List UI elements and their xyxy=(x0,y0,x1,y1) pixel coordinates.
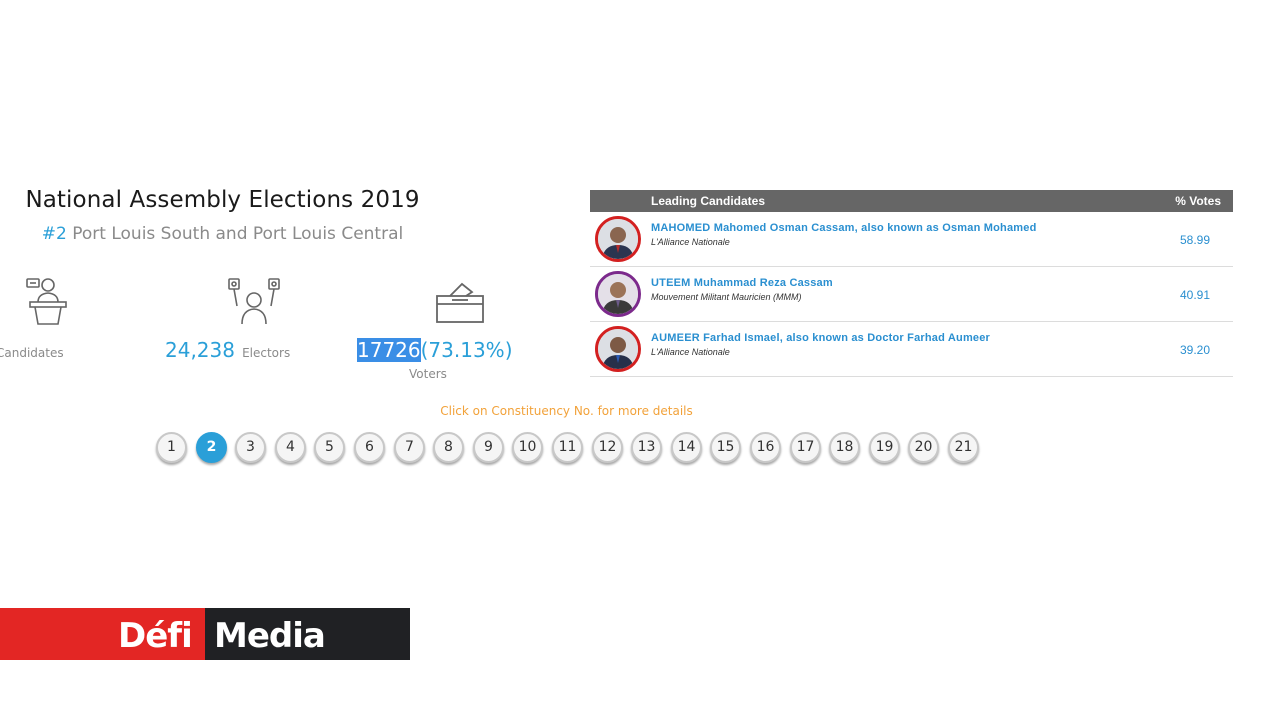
candidate-photo-icon xyxy=(595,326,641,372)
page-button-3[interactable]: 3 xyxy=(235,432,266,463)
candidate-votes: 58.99 xyxy=(1180,233,1211,247)
candidate-votes: 40.91 xyxy=(1180,288,1211,302)
page-button-18[interactable]: 18 xyxy=(829,432,860,463)
electors-label: Electors xyxy=(242,346,291,360)
page-button-17[interactable]: 17 xyxy=(790,432,821,463)
electors-stat: 24,238 Electors xyxy=(165,338,290,362)
electors-crowd-icon xyxy=(226,276,282,326)
voters-value: 17726 xyxy=(357,338,421,362)
table-row[interactable]: AUMEER Farhad Ismael, also known as Doct… xyxy=(590,322,1233,377)
page-button-21[interactable]: 21 xyxy=(948,432,979,463)
leading-candidates-table: Leading Candidates % Votes MAHOMED Mahom… xyxy=(590,190,1233,377)
candidate-photo-icon xyxy=(595,216,641,262)
page-button-13[interactable]: 13 xyxy=(631,432,662,463)
candidate-name[interactable]: MAHOMED Mahomed Osman Cassam, also known… xyxy=(651,222,1037,234)
page-button-11[interactable]: 11 xyxy=(552,432,583,463)
candidate-votes: 39.20 xyxy=(1180,343,1211,357)
page-button-20[interactable]: 20 xyxy=(908,432,939,463)
voters-percent: (73.13%) xyxy=(420,338,513,362)
page-button-12[interactable]: 12 xyxy=(592,432,623,463)
candidate-name[interactable]: UTEEM Muhammad Reza Cassam xyxy=(651,277,833,289)
candidate-party: L'Alliance Nationale xyxy=(651,347,730,357)
page-button-4[interactable]: 4 xyxy=(275,432,306,463)
candidate-party: Mouvement Militant Mauricien (MMM) xyxy=(651,292,802,302)
page-button-6[interactable]: 6 xyxy=(354,432,385,463)
page-button-1[interactable]: 1 xyxy=(156,432,187,463)
candidate-podium-icon xyxy=(24,276,72,326)
page-button-9[interactable]: 9 xyxy=(473,432,504,463)
header-votes: % Votes xyxy=(1175,194,1221,208)
constituency-hint: Click on Constituency No. for more detai… xyxy=(440,404,693,418)
page-button-8[interactable]: 8 xyxy=(433,432,464,463)
logo-word-defi: Défi xyxy=(118,616,193,656)
page-button-15[interactable]: 15 xyxy=(710,432,741,463)
candidates-label: Candidates xyxy=(0,346,64,360)
page-title: National Assembly Elections 2019 xyxy=(25,187,420,213)
constituency-number: #2 xyxy=(41,224,67,244)
header-candidates: Leading Candidates xyxy=(651,194,766,208)
table-header: Leading Candidates % Votes xyxy=(590,190,1233,212)
ballot-box-icon xyxy=(434,280,486,324)
page-button-16[interactable]: 16 xyxy=(750,432,781,463)
page-button-19[interactable]: 19 xyxy=(869,432,900,463)
page-button-14[interactable]: 14 xyxy=(671,432,702,463)
page-button-7[interactable]: 7 xyxy=(394,432,425,463)
constituency-subtitle: #2 Port Louis South and Port Louis Centr… xyxy=(0,224,445,244)
defi-media-logo: Défi Media xyxy=(0,608,410,660)
constituency-name: Port Louis South and Port Louis Central xyxy=(72,224,404,244)
voters-stat: 17726(73.13%) xyxy=(357,338,513,362)
candidate-name[interactable]: AUMEER Farhad Ismael, also known as Doct… xyxy=(651,332,990,344)
electors-value: 24,238 xyxy=(165,338,235,362)
candidate-party: L'Alliance Nationale xyxy=(651,237,730,247)
candidate-photo-icon xyxy=(595,271,641,317)
table-row[interactable]: MAHOMED Mahomed Osman Cassam, also known… xyxy=(590,212,1233,267)
voters-label: Voters xyxy=(409,367,447,381)
logo-word-media: Media xyxy=(214,616,326,656)
page-button-10[interactable]: 10 xyxy=(512,432,543,463)
table-row[interactable]: UTEEM Muhammad Reza Cassam Mouvement Mil… xyxy=(590,267,1233,322)
page-button-2[interactable]: 2 xyxy=(196,432,227,463)
page-button-5[interactable]: 5 xyxy=(314,432,345,463)
